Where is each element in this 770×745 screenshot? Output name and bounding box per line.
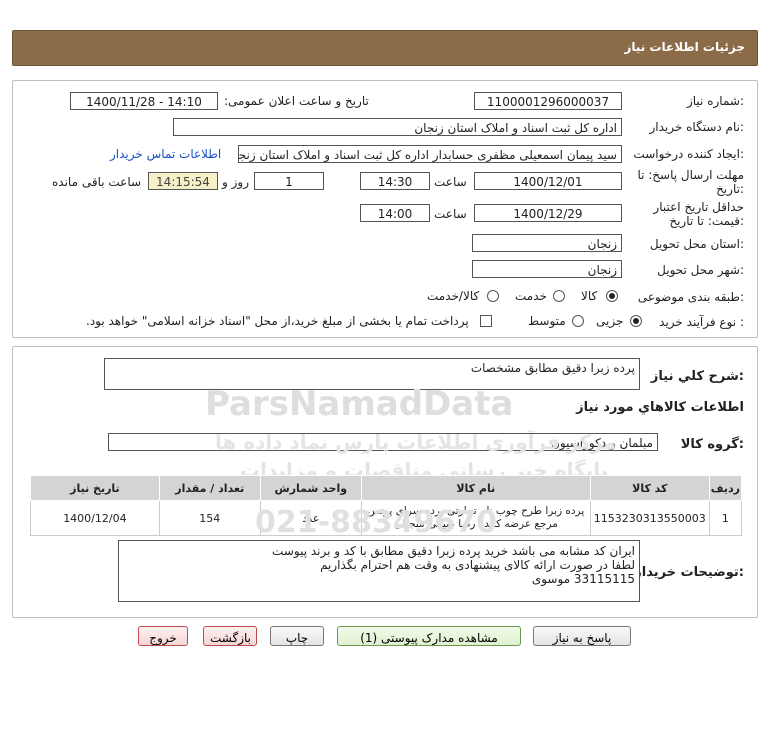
cell-row: 1 [708, 500, 743, 536]
category-radio-goods[interactable] [606, 290, 618, 302]
process-radio-minor[interactable] [630, 315, 642, 327]
validity-time-field: 14:00 [360, 204, 430, 222]
goods-group-label: گروه کالا: [680, 437, 744, 452]
treasury-payment-note: پرداخت تمام یا بخشی از مبلغ خرید،از محل … [86, 314, 469, 328]
remaining-label: ساعت باقی مانده [52, 175, 142, 189]
city-label: شهر محل تحویل: [657, 263, 744, 277]
creator-label: ایجاد کننده درخواست: [633, 147, 744, 161]
buyer-notes-field: ایران کد مشابه می باشد خرید پرده زبرا دق… [118, 540, 640, 602]
deadline-date-field: 1400/12/01 [474, 172, 622, 190]
announce-label: تاریخ و ساعت اعلان عمومی: [224, 94, 369, 108]
validity-label-date: قیمت: تا تاریخ: [669, 214, 744, 228]
col-date: تاریخ نیاز [30, 475, 160, 501]
treasury-payment-checkbox[interactable] [480, 315, 492, 327]
deadline-label-date: تاریخ: [716, 182, 744, 196]
print-button[interactable]: چاپ [270, 626, 324, 646]
deadline-time-label: ساعت [434, 175, 467, 189]
validity-label: حداقل تاریخ اعتبار [653, 200, 744, 214]
cell-date: 1400/12/04 [30, 500, 160, 536]
page-header: جزئیات اطلاعات نیاز [12, 30, 758, 66]
col-name: نام کالا [360, 475, 591, 501]
summary-label: شرح کلي نياز: [650, 369, 744, 384]
province-label: استان محل تحویل: [649, 237, 744, 251]
page-title: جزئیات اطلاعات نیاز [624, 40, 745, 54]
reply-button[interactable]: پاسخ به نیاز [533, 626, 631, 646]
need-number-label: شماره نیاز: [686, 94, 744, 108]
goods-info-title: اطلاعات کالاهاي مورد نياز [576, 400, 744, 415]
category-radio-both[interactable] [487, 290, 499, 302]
buyer-org-field: اداره کل ثبت اسناد و املاک استان زنجان [173, 118, 622, 136]
process-radio-medium[interactable] [572, 315, 584, 327]
remaining-time-field: 14:15:54 [148, 172, 218, 190]
days-label: روز و [222, 175, 249, 189]
creator-field: سید پیمان اسمعیلی مظفری حسابدار اداره کل… [238, 145, 622, 163]
buyer-contact-link[interactable]: اطلاعات تماس خریدار [110, 147, 221, 161]
buyer-notes-line-3: 33115115 موسوی [531, 572, 635, 586]
announce-datetime-field: 1400/11/28 - 14:10 [70, 92, 218, 110]
city-field: زنجان [472, 260, 622, 278]
process-label: نوع فرآیند خرید : [659, 315, 744, 329]
summary-field: پرده زبرا دقیق مطابق مشخصات [104, 358, 640, 390]
buyer-org-label: نام دستگاه خریدار: [649, 120, 745, 134]
category-goods-label: کالا [581, 289, 598, 303]
process-medium-label: متوسط [528, 314, 566, 328]
buyer-notes-label: توضیحات خریدار: [634, 565, 744, 580]
cell-name: پرده زبرا طرح چوب نام تجارتی پرده سرای پ… [360, 500, 591, 536]
cell-unit: عدد [259, 500, 362, 536]
col-unit: واحد شمارش [259, 475, 362, 501]
cell-qty: 154 [158, 500, 261, 536]
process-minor-label: جزیی [596, 314, 624, 328]
days-remaining-field: 1 [254, 172, 324, 190]
cell-code: 1153230313550003 [589, 500, 710, 536]
validity-time-label: ساعت [434, 207, 467, 221]
col-qty: تعداد / مقدار [158, 475, 261, 501]
goods-group-field: مبلمان و دکوراسیون [108, 433, 658, 451]
category-both-label: کالا/خدمت [427, 289, 480, 303]
buyer-notes-line-1: ایران کد مشابه می باشد خرید پرده زبرا دق… [272, 544, 635, 558]
validity-date-field: 1400/12/29 [474, 204, 622, 222]
table-row: 1 1153230313550003 پرده زبرا طرح چوب نام… [30, 500, 743, 536]
col-code: کد کالا [589, 475, 710, 501]
goods-table-header: ردیف کد کالا نام کالا واحد شمارش تعداد /… [30, 475, 743, 501]
col-row: ردیف [708, 475, 743, 501]
category-label: طبقه بندی موضوعی: [637, 290, 744, 304]
deadline-time-field: 14:30 [360, 172, 430, 190]
category-radio-service[interactable] [553, 290, 565, 302]
need-number-field: 1100001296000037 [474, 92, 622, 110]
back-button[interactable]: بازگشت [203, 626, 257, 646]
deadline-label: مهلت ارسال پاسخ: تا [637, 168, 744, 182]
buyer-notes-line-2: لطفا در صورت ارائه کالای پیشنهادی به وقت… [320, 558, 635, 572]
province-field: زنجان [472, 234, 622, 252]
category-service-label: خدمت [515, 289, 547, 303]
exit-button[interactable]: خروج [138, 626, 188, 646]
view-attachments-button[interactable]: مشاهده مدارک پیوستی (1) [337, 626, 521, 646]
goods-table: ردیف کد کالا نام کالا واحد شمارش تعداد /… [30, 475, 743, 536]
